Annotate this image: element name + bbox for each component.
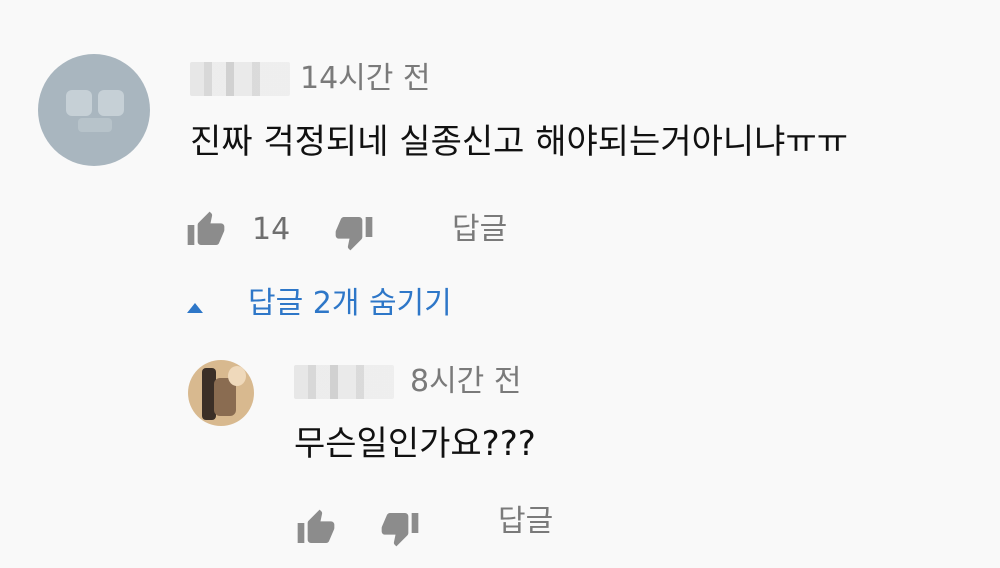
reply-text: 무슨일인가요??? — [294, 424, 536, 464]
reply-avatar[interactable] — [188, 360, 254, 426]
thumbs-down-icon[interactable] — [334, 212, 374, 252]
thumbs-up-icon[interactable] — [186, 210, 226, 250]
reply-timestamp[interactable]: 8시간 전 — [410, 365, 521, 399]
reply-button[interactable]: 답글 — [498, 502, 553, 542]
commenter-avatar[interactable] — [38, 54, 150, 166]
thumbs-up-icon[interactable] — [296, 508, 336, 548]
reply-button[interactable]: 답글 — [452, 210, 507, 250]
caret-up-icon[interactable] — [187, 298, 203, 313]
reply-name-blurred[interactable] — [294, 365, 394, 399]
comment-text: 진짜 걱정되네 실종신고 해야되는거아니냐ㅠㅠ — [190, 122, 849, 162]
like-count: 14 — [252, 212, 291, 247]
hide-replies-button[interactable]: 답글 2개 숨기기 — [248, 284, 452, 324]
comment-timestamp[interactable]: 14시간 전 — [300, 62, 431, 96]
commenter-name-blurred[interactable] — [190, 62, 290, 96]
thumbs-down-icon[interactable] — [380, 508, 420, 548]
